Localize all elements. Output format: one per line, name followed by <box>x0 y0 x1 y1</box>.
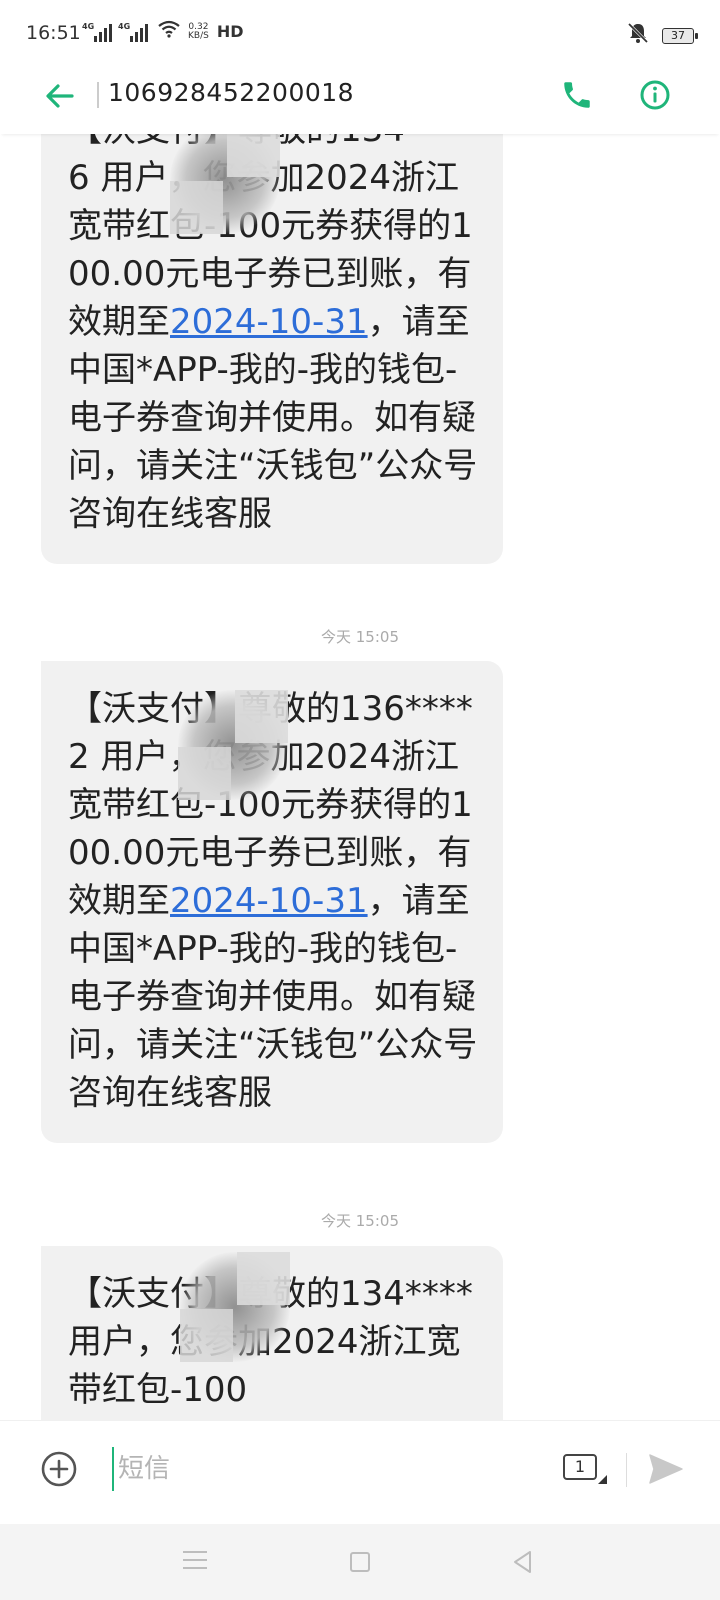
cellular-signal-icon: 4G <box>82 22 112 42</box>
cellular-signal-icon: 4G <box>118 22 148 42</box>
header-divider <box>97 82 99 108</box>
message-timestamp: 今天 15:05 <box>321 628 399 646</box>
menu-icon[interactable] <box>183 1551 207 1571</box>
home-square-icon[interactable] <box>350 1552 370 1572</box>
back-triangle-icon[interactable] <box>510 1549 536 1575</box>
contact-number[interactable]: 106928452200018 <box>108 78 354 107</box>
sim-selector-icon[interactable]: 1 <box>563 1454 607 1484</box>
conversation-header: 106928452200018 <box>0 62 720 134</box>
status-time: 16:51 <box>26 22 81 44</box>
privacy-blur <box>178 690 288 800</box>
privacy-blur <box>180 1252 290 1362</box>
message-composer: 1 <box>0 1420 720 1524</box>
info-icon[interactable] <box>638 78 672 112</box>
phone-icon[interactable] <box>560 78 594 112</box>
status-bar: 16:51 4G 4G 0.32 KB/S HD 37 <box>0 0 720 70</box>
wifi-icon <box>158 20 180 43</box>
sms-input[interactable] <box>112 1447 512 1491</box>
signal-indicators: 4G 4G 0.32 KB/S HD <box>82 20 244 43</box>
message-thread[interactable]: 【沃支付】尊敬的134****6 用户，您参加2024浙江宽带红包-100元券获… <box>0 0 720 1420</box>
silent-mode-icon <box>626 22 650 49</box>
privacy-blur <box>170 124 280 234</box>
arrow-left-icon[interactable] <box>42 78 78 114</box>
hd-voice-icon: HD <box>216 22 244 41</box>
network-speed: 0.32 KB/S <box>188 21 209 41</box>
plus-circle-icon[interactable] <box>40 1450 78 1488</box>
composer-divider <box>626 1453 627 1487</box>
date-link[interactable]: 2024-10-31 <box>170 302 368 342</box>
send-icon[interactable] <box>646 1449 686 1489</box>
date-link[interactable]: 2024-10-31 <box>170 881 368 921</box>
message-timestamp: 今天 15:05 <box>321 1212 399 1230</box>
system-nav-bar <box>0 1524 720 1600</box>
battery-icon: 37 <box>662 27 698 44</box>
